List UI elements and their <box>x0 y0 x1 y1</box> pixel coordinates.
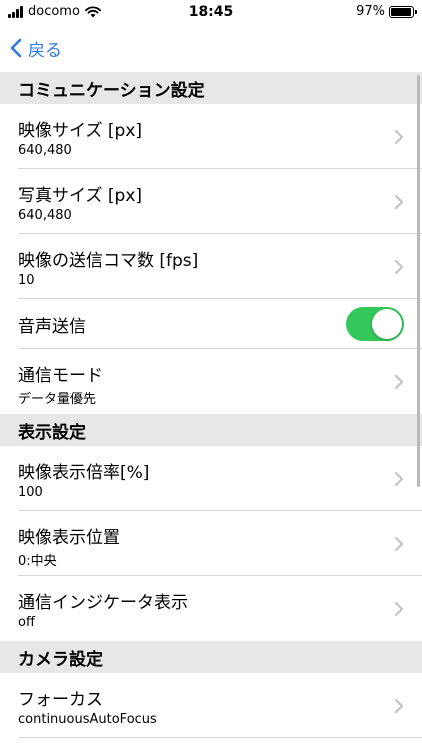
navigation-bar: 戻る <box>0 24 422 72</box>
chevron-right-icon <box>394 374 404 389</box>
video-size-row[interactable]: 映像サイズ [px] 640,480 <box>0 104 422 169</box>
photo-size-value: 640,480 <box>18 208 72 223</box>
zoom-value: 100 <box>18 485 43 500</box>
audio-send-title: 音声送信 <box>18 317 86 337</box>
indicator-value: off <box>18 615 35 630</box>
focus-title: フォーカス <box>18 690 103 710</box>
video-fps-value: 10 <box>18 273 35 288</box>
indicator-title: 通信インジケータ表示 <box>18 593 188 613</box>
video-fps-title: 映像の送信コマ数 [fps] <box>18 251 199 271</box>
zoom-title: 映像表示倍率[%] <box>18 463 150 483</box>
audio-send-row: 音声送信 <box>0 299 422 349</box>
comm-mode-value: データ量優先 <box>18 392 97 407</box>
position-row[interactable]: 映像表示位置 0:中央 <box>0 511 422 576</box>
position-value: 0:中央 <box>18 554 57 569</box>
video-size-title: 映像サイズ [px] <box>18 121 143 141</box>
comm-mode-row[interactable]: 通信モード データ量優先 <box>0 349 422 414</box>
settings-list: コミュニケーション設定 映像サイズ [px] 640,480 写真サイズ [px… <box>0 72 422 738</box>
position-title: 映像表示位置 <box>18 528 120 548</box>
section-header-camera: カメラ設定 <box>0 641 422 673</box>
battery-level <box>391 7 412 16</box>
indicator-row[interactable]: 通信インジケータ表示 off <box>0 576 422 641</box>
chevron-right-icon <box>394 259 404 274</box>
chevron-left-icon <box>10 38 22 58</box>
zoom-row[interactable]: 映像表示倍率[%] 100 <box>0 446 422 511</box>
comm-mode-title: 通信モード <box>18 366 103 386</box>
chevron-right-icon <box>394 698 404 713</box>
focus-value: continuousAutoFocus <box>18 712 157 727</box>
battery-info: 97% <box>356 4 417 19</box>
audio-send-toggle[interactable] <box>346 307 404 341</box>
photo-size-row[interactable]: 写真サイズ [px] 640,480 <box>0 169 422 234</box>
chevron-right-icon <box>394 536 404 551</box>
battery-icon <box>389 5 417 18</box>
scrollbar[interactable] <box>417 75 420 487</box>
section-header-communication: コミュニケーション設定 <box>0 72 422 104</box>
chevron-right-icon <box>394 471 404 486</box>
photo-size-title: 写真サイズ [px] <box>18 186 143 206</box>
toggle-knob <box>372 309 402 339</box>
back-label: 戻る <box>28 40 62 61</box>
video-size-value: 640,480 <box>18 143 72 158</box>
back-button[interactable]: 戻る <box>10 36 62 61</box>
chevron-right-icon <box>394 129 404 144</box>
section-header-display: 表示設定 <box>0 414 422 446</box>
chevron-right-icon <box>394 194 404 209</box>
battery-percent: 97% <box>356 4 385 19</box>
video-fps-row[interactable]: 映像の送信コマ数 [fps] 10 <box>0 234 422 299</box>
focus-row[interactable]: フォーカス continuousAutoFocus <box>0 673 422 738</box>
chevron-right-icon <box>394 601 404 616</box>
status-bar: docomo 18:45 97% <box>0 0 422 24</box>
